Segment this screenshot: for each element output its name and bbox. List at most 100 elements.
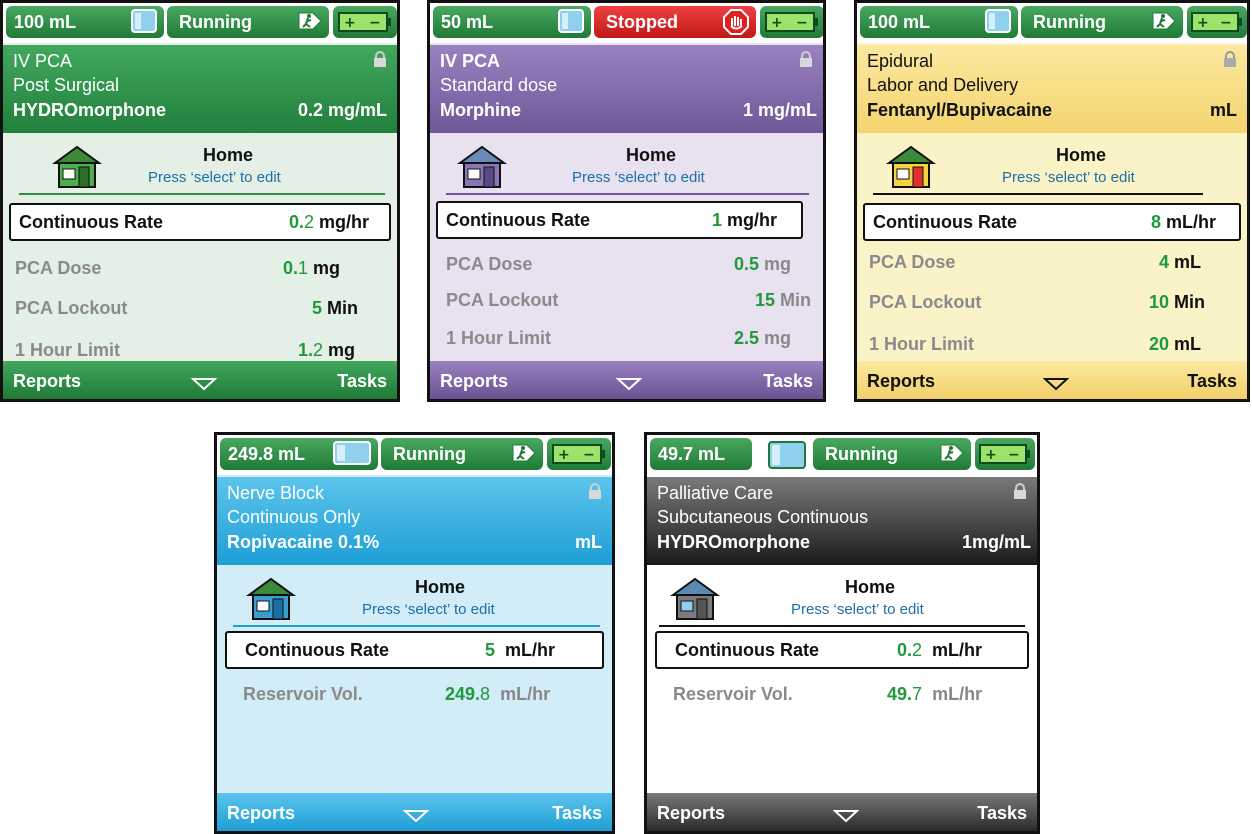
syringe-icon	[557, 8, 585, 39]
syringe-icon	[767, 440, 807, 475]
tasks-softkey[interactable]: Tasks	[337, 371, 387, 392]
svg-text:−: −	[1008, 447, 1020, 463]
row-label: Reservoir Vol.	[673, 684, 793, 704]
pca-dose-row[interactable]: PCA Dose 4 mL	[857, 245, 1247, 279]
volume-indicator: 50 mL	[433, 6, 591, 38]
pump-screen-palliative-care: 49.7 mL Running + − Palliative Care Subcu…	[644, 432, 1040, 834]
svg-text:+: +	[985, 447, 997, 463]
tasks-softkey[interactable]: Tasks	[552, 803, 602, 824]
svg-text:+: +	[558, 447, 570, 463]
row-label: 1 Hour Limit	[15, 340, 121, 360]
continuous-rate-row[interactable]: Continuous Rate 0.2 mg/hr	[9, 203, 391, 241]
home-icon	[885, 143, 937, 194]
row-value: 0.5 mg	[734, 254, 792, 274]
divider	[446, 193, 809, 195]
pca-dose-row[interactable]: PCA Dose 0.1 mg	[3, 251, 397, 285]
run-status: Running	[167, 6, 329, 38]
battery-indicator: + −	[975, 438, 1035, 470]
row-label: PCA Dose	[15, 258, 102, 278]
pca-lockout-row[interactable]: PCA Lockout 5 Min	[3, 291, 397, 325]
status-bar: 50 mL Stopped + −	[430, 3, 823, 43]
status-text: Stopped	[606, 11, 678, 32]
battery-icon: + −	[1191, 12, 1242, 32]
home-subtitle: Press ‘select’ to edit	[148, 169, 281, 186]
run-status: Running	[1021, 6, 1183, 38]
divider	[233, 625, 600, 627]
lock-icon	[1223, 51, 1237, 72]
continuous-rate-row[interactable]: Continuous Rate 5 mL/hr	[225, 631, 604, 669]
softkey-bar: Reports Tasks	[217, 793, 612, 831]
row-value: 2.5 mg	[734, 328, 792, 348]
row-label: PCA Lockout	[869, 292, 982, 312]
reports-softkey[interactable]: Reports	[867, 371, 935, 392]
row-value: 1 mg/hr	[712, 210, 778, 230]
home-title: Home	[203, 145, 254, 165]
tasks-softkey[interactable]: Tasks	[977, 803, 1027, 824]
home-subtitle: Press ‘select’ to edit	[791, 601, 924, 618]
row-value: 0.2 mg/hr	[289, 212, 370, 232]
screen-body: Home Press ‘select’ to edit Continuous R…	[217, 567, 612, 791]
home-section: Home Press ‘select’ to edit	[647, 575, 1037, 627]
run-status: Stopped	[594, 6, 756, 38]
home-icon	[669, 575, 721, 626]
tasks-softkey[interactable]: Tasks	[1187, 371, 1237, 392]
hour-limit-row[interactable]: 1 Hour Limit 2.5 mg	[430, 321, 823, 355]
reports-softkey[interactable]: Reports	[440, 371, 508, 392]
home-title: Home	[1056, 145, 1107, 165]
reports-softkey[interactable]: Reports	[13, 371, 81, 392]
screen-body: Home Press ‘select’ to edit Continuous R…	[857, 135, 1247, 359]
pca-dose-row[interactable]: PCA Dose 0.5 mg	[430, 247, 823, 281]
pump-screen-iv-pca-morphine: 50 mL Stopped + − IV PCA Standard dose Mo…	[427, 0, 826, 402]
hour-limit-row[interactable]: 1 Hour Limit 20 mL	[857, 327, 1247, 361]
status-bar: 100 mL Running + −	[3, 3, 397, 43]
svg-text:+: +	[344, 15, 356, 31]
pca-lockout-row[interactable]: PCA Lockout 15 Min	[430, 283, 823, 317]
therapy-type: Nerve Block	[227, 483, 325, 503]
reservoir-volume-row[interactable]: Reservoir Vol. 49.7 mL/hr	[647, 677, 1037, 711]
svg-text:−: −	[369, 15, 381, 31]
continuous-rate-row[interactable]: Continuous Rate 1 mg/hr	[436, 201, 803, 239]
status-text: Running	[393, 443, 466, 464]
drug-concentration: mL	[1210, 100, 1237, 120]
reports-softkey[interactable]: Reports	[227, 803, 295, 824]
pca-lockout-row[interactable]: PCA Lockout 10 Min	[857, 285, 1247, 319]
battery-icon: + −	[765, 12, 818, 32]
svg-text:−: −	[1220, 15, 1232, 31]
row-label: Continuous Rate	[873, 212, 1017, 232]
battery-indicator: + −	[760, 6, 823, 38]
home-subtitle: Press ‘select’ to edit	[1002, 169, 1135, 186]
status-text: Running	[1033, 11, 1106, 32]
program-header: Palliative Care Subcutaneous Continuous …	[647, 477, 1037, 565]
reports-softkey[interactable]: Reports	[657, 803, 725, 824]
svg-text:−: −	[583, 447, 595, 463]
row-value: 10 Min	[1149, 292, 1206, 312]
volume-text: 100 mL	[868, 11, 931, 32]
protocol-name: Standard dose	[440, 75, 558, 95]
pump-screen-nerve-block: 249.8 mL Running + − Nerve Block Continuo…	[214, 432, 615, 834]
drug-concentration: 1 mg/mL	[742, 100, 817, 120]
volume-indicator: 49.7 mL	[650, 438, 752, 470]
battery-icon: + −	[552, 444, 605, 464]
program-header: IV PCA Standard dose Morphine 1 mg/mL	[430, 45, 823, 133]
continuous-rate-row[interactable]: Continuous Rate 8 mL/hr	[863, 203, 1241, 241]
row-value: 20 mL	[1149, 334, 1202, 354]
volume-indicator: 100 mL	[860, 6, 1018, 38]
battery-indicator: + −	[1187, 6, 1247, 38]
row-value: 49.7 mL/hr	[887, 684, 983, 704]
tasks-softkey[interactable]: Tasks	[763, 371, 813, 392]
reservoir-volume-row[interactable]: Reservoir Vol. 249.8 mL/hr	[217, 677, 612, 711]
home-icon	[51, 143, 103, 194]
row-label: Reservoir Vol.	[243, 684, 363, 704]
battery-indicator: + −	[547, 438, 611, 470]
home-icon	[456, 143, 508, 194]
row-value: 8 mL/hr	[1151, 212, 1217, 232]
therapy-type: Palliative Care	[657, 483, 774, 503]
battery-icon: + −	[338, 12, 391, 32]
softkey-bar: Reports Tasks	[857, 361, 1247, 399]
row-label: PCA Dose	[869, 252, 956, 272]
protocol-name: Labor and Delivery	[867, 75, 1019, 95]
continuous-rate-row[interactable]: Continuous Rate 0.2 mL/hr	[655, 631, 1029, 669]
lock-icon	[588, 483, 602, 504]
run-status: Running	[813, 438, 971, 470]
row-label: 1 Hour Limit	[869, 334, 975, 354]
